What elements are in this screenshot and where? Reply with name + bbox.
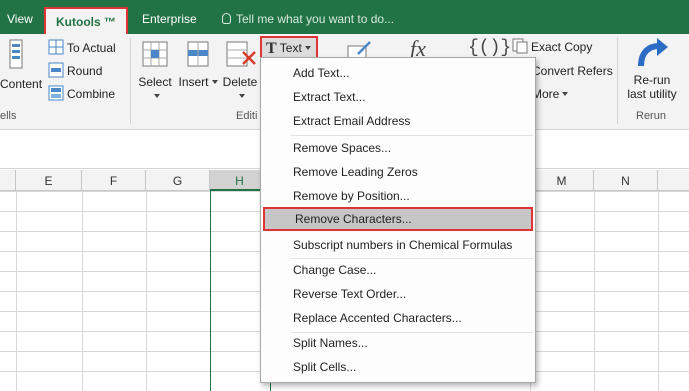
- delete-label: Delete: [220, 75, 260, 103]
- content-button[interactable]: Content: [0, 38, 46, 91]
- combine-label: Combine: [67, 87, 116, 101]
- cells-group-label: ells: [0, 110, 17, 122]
- convert-refers-button[interactable]: Convert Refers: [532, 61, 613, 81]
- chevron-down-icon: [304, 46, 311, 50]
- grid-line: [146, 191, 147, 391]
- tell-me-text: Tell me what you want to do...: [236, 12, 395, 26]
- menu-item-replace-accented-characters[interactable]: Replace Accented Characters...: [261, 306, 535, 330]
- combine-icon: [48, 85, 64, 101]
- text-button-label: Text: [279, 41, 302, 55]
- tell-me-search[interactable]: Tell me what you want to do...: [222, 0, 394, 34]
- group-divider: [617, 38, 618, 124]
- content-icon: [9, 39, 23, 69]
- select-label: Select: [134, 75, 176, 103]
- round-label: Round: [67, 64, 103, 78]
- to-actual-icon: [48, 39, 64, 55]
- menu-item-remove-characters[interactable]: Remove Characters...: [263, 207, 533, 231]
- grid-line: [658, 191, 659, 391]
- column-header-g[interactable]: G: [146, 170, 210, 191]
- rerun-label-line1: Re-run: [633, 73, 671, 87]
- round-button[interactable]: Round: [48, 61, 102, 81]
- delete-icon: [226, 41, 256, 67]
- insert-button[interactable]: Insert: [178, 38, 218, 89]
- rerun-label-line2: last utility: [627, 87, 677, 101]
- ribbon-tab-bar: View Kutools ™ Enterprise Tell me what y…: [0, 0, 689, 34]
- column-header-next[interactable]: [658, 170, 689, 191]
- menu-item-extract-email-address[interactable]: Extract Email Address: [261, 109, 535, 133]
- menu-item-remove-spaces[interactable]: Remove Spaces...: [261, 136, 535, 160]
- editing-group-label: Editi: [236, 110, 258, 122]
- menu-item-remove-by-position[interactable]: Remove by Position...: [261, 184, 535, 208]
- tab-kutools[interactable]: Kutools ™: [44, 7, 128, 34]
- rerun-group-label: Rerun: [636, 110, 666, 122]
- select-icon: [142, 41, 168, 67]
- tab-enterprise[interactable]: Enterprise: [142, 0, 197, 34]
- menu-item-remove-leading-zeros[interactable]: Remove Leading Zeros: [261, 160, 535, 184]
- column-header-f[interactable]: F: [82, 170, 146, 191]
- combine-button[interactable]: Combine: [48, 84, 115, 104]
- select-button[interactable]: Select: [134, 38, 176, 103]
- column-header-m[interactable]: M: [530, 170, 594, 191]
- menu-item-split-cells[interactable]: Split Cells...: [261, 355, 535, 379]
- insert-icon: [187, 41, 209, 67]
- insert-label: Insert: [178, 75, 218, 89]
- content-label: Content: [0, 77, 43, 91]
- more-label: More: [532, 87, 560, 101]
- grid-line: [16, 191, 17, 391]
- column-header-prev[interactable]: [0, 170, 16, 191]
- round-icon: [48, 62, 64, 78]
- menu-item-change-case[interactable]: Change Case...: [261, 258, 535, 282]
- grid-line: [594, 191, 595, 391]
- grid-line: [82, 191, 83, 391]
- group-divider: [130, 38, 131, 124]
- braces-icon[interactable]: {()}: [468, 38, 511, 58]
- to-actual-label: To Actual: [67, 41, 116, 55]
- exact-copy-label: Exact Copy: [531, 40, 593, 54]
- menu-item-reverse-text-order[interactable]: Reverse Text Order...: [261, 282, 535, 306]
- tab-view[interactable]: View: [7, 0, 33, 34]
- more-button[interactable]: More: [532, 84, 569, 104]
- rerun-arrow-icon: [638, 38, 668, 67]
- menu-item-subscript-chemical-formulas[interactable]: Subscript numbers in Chemical Formulas: [261, 233, 535, 257]
- rerun-last-utility-button[interactable]: Re-run last utility: [620, 38, 684, 101]
- selected-column-border: [210, 191, 211, 391]
- lightbulb-icon: [222, 13, 231, 24]
- text-dropdown-menu: Add Text... Extract Text... Extract Emai…: [260, 57, 536, 383]
- delete-button[interactable]: Delete: [220, 38, 260, 103]
- exact-copy-button[interactable]: Exact Copy: [512, 37, 592, 57]
- text-t-icon: T: [266, 40, 277, 57]
- to-actual-button[interactable]: To Actual: [48, 38, 116, 58]
- menu-item-add-text[interactable]: Add Text...: [261, 61, 535, 85]
- column-header-e[interactable]: E: [16, 170, 82, 191]
- chevron-down-icon: [562, 92, 569, 96]
- menu-item-split-names[interactable]: Split Names...: [261, 331, 535, 355]
- column-header-n[interactable]: N: [594, 170, 658, 191]
- exact-copy-icon: [512, 38, 528, 54]
- convert-refers-label: Convert Refers: [532, 64, 613, 78]
- menu-item-extract-text[interactable]: Extract Text...: [261, 85, 535, 109]
